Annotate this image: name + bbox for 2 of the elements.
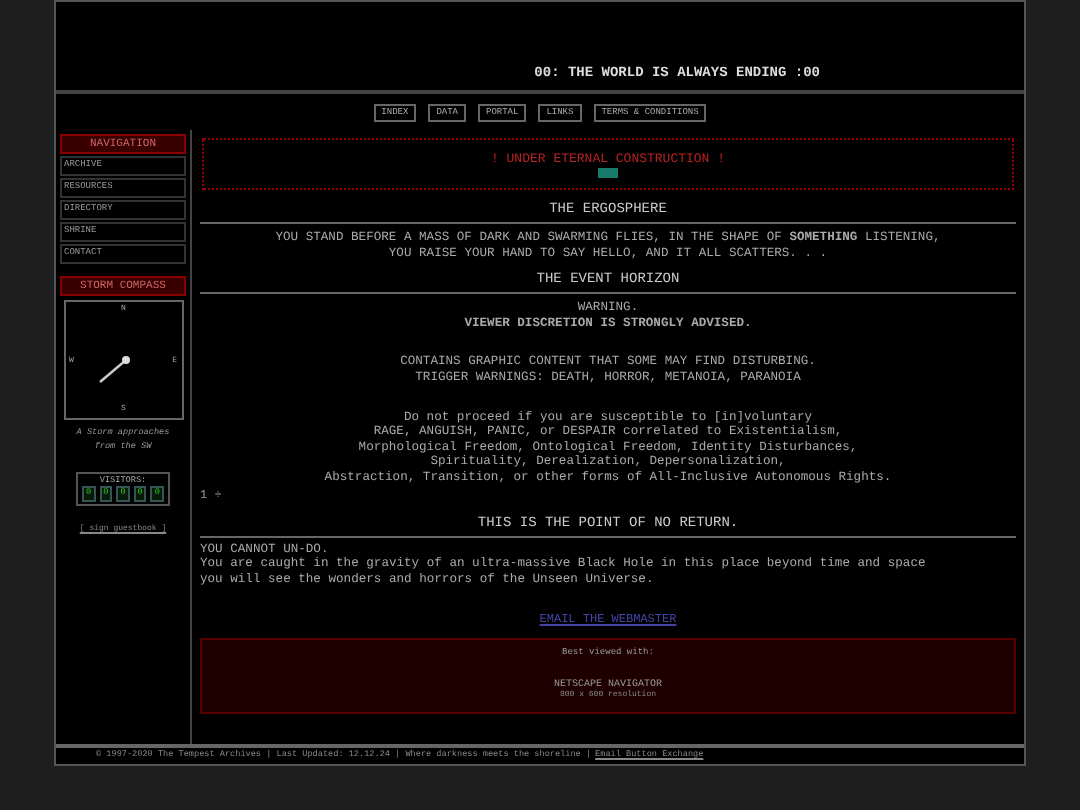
compass-needle-icon: [97, 354, 131, 384]
construction-gif-placeholder: [598, 167, 618, 177]
